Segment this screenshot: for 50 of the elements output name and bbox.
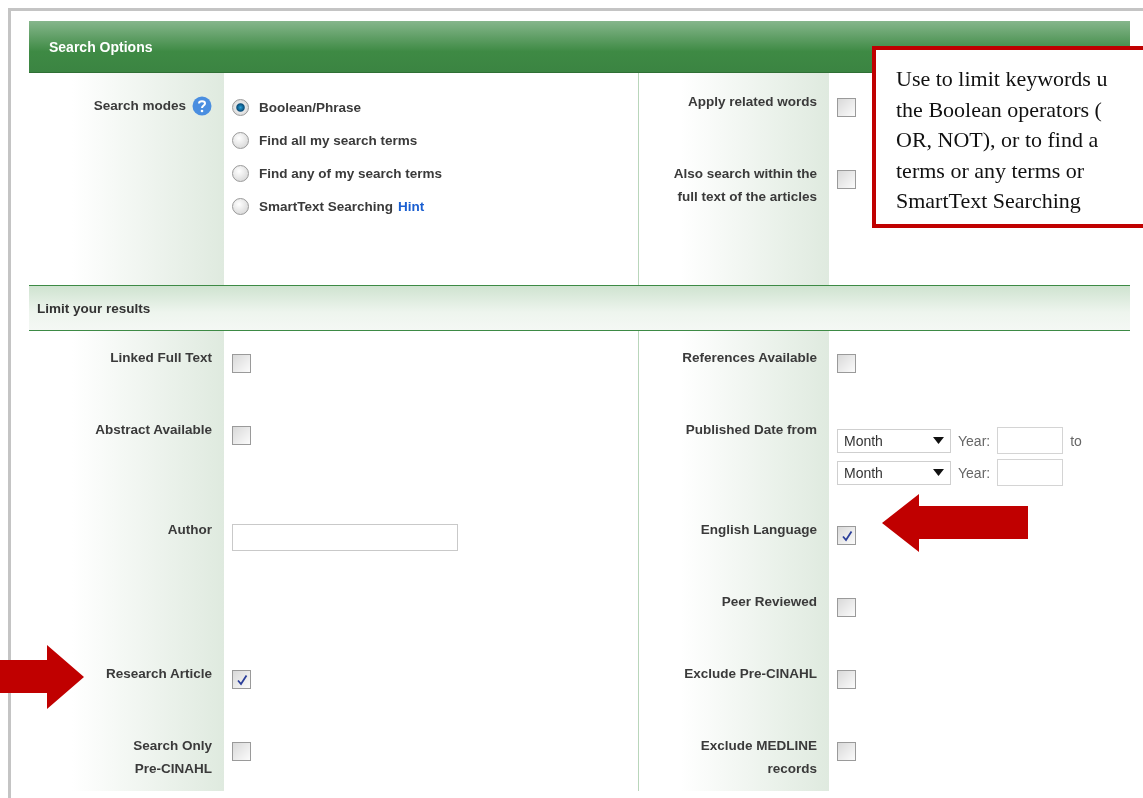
checkbox[interactable] — [232, 354, 251, 373]
field-label: English Language — [700, 521, 817, 539]
field-label: Published Date from — [685, 421, 817, 439]
year-label: Year: — [958, 432, 991, 449]
help-icon[interactable] — [192, 96, 212, 116]
section-title: Search Options — [49, 38, 153, 55]
caret-icon — [933, 437, 944, 444]
checkbox[interactable] — [837, 98, 856, 117]
callout-text: Use to limit keywords u the Boolean operators ( OR, NOT), or to find a terms or any terms or SmartText Searching — [896, 65, 1109, 215]
field-label: Exclude Pre-CINAHL — [684, 665, 817, 683]
author-field[interactable] — [232, 524, 458, 551]
to-label: to — [1070, 432, 1082, 449]
checkbox[interactable] — [232, 670, 251, 689]
section-title: Limit your results — [37, 300, 151, 316]
field-label: Search Only Pre-CINAHL — [133, 737, 212, 778]
field-label: References Available — [682, 349, 817, 367]
field-label: Exclude MEDLINE records — [700, 737, 817, 778]
checkbox[interactable] — [837, 742, 856, 761]
field-label: Search modes — [93, 97, 186, 115]
field-label: Abstract Available — [95, 421, 212, 439]
checkbox[interactable] — [837, 354, 856, 373]
field-label: Peer Reviewed — [721, 593, 817, 611]
radio-button[interactable] — [232, 99, 249, 116]
radio-button[interactable] — [232, 198, 249, 215]
field-label: Also search within the full text of the articles — [673, 165, 817, 206]
year-label: Year: — [958, 464, 991, 481]
field-label: Research Article — [105, 665, 212, 683]
year-field[interactable] — [997, 459, 1064, 486]
field-label: Author — [167, 521, 212, 539]
radio-label[interactable]: Find all my search terms — [259, 133, 418, 148]
radio-button[interactable] — [232, 165, 249, 182]
checkbox[interactable] — [837, 598, 856, 617]
month-dropdown[interactable]: Month — [837, 460, 951, 485]
checkbox[interactable] — [232, 742, 251, 761]
checkbox[interactable] — [837, 170, 856, 189]
checkbox[interactable] — [232, 426, 251, 445]
year-field[interactable] — [997, 427, 1064, 454]
checkbox[interactable] — [837, 526, 856, 545]
radio-label[interactable]: SmartText Searching — [259, 199, 394, 214]
checkbox[interactable] — [837, 670, 856, 689]
checkmark-icon — [840, 529, 853, 542]
radio-button[interactable] — [232, 132, 249, 149]
field-label: Apply related words — [687, 93, 817, 111]
field-label: Linked Full Text — [110, 349, 212, 367]
caret-icon — [933, 469, 944, 476]
radio-label[interactable]: Boolean/Phrase — [259, 100, 362, 115]
month-dropdown[interactable]: Month — [837, 428, 951, 453]
checkmark-icon — [235, 673, 248, 686]
radio-label[interactable]: Find any of my search terms — [259, 166, 443, 181]
hint-link[interactable]: Hint — [398, 199, 425, 214]
